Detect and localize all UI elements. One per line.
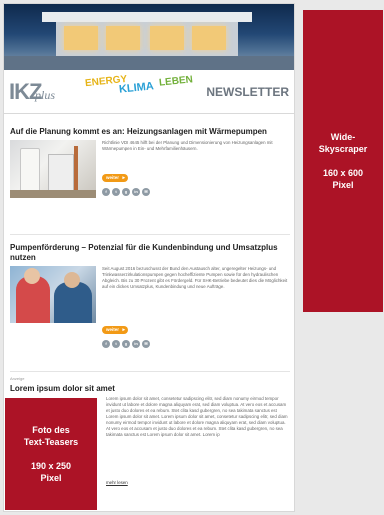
ad-unit: Pixel [40, 473, 62, 483]
ad-label: Text-Teasers [23, 437, 79, 447]
house-illustration [42, 12, 252, 60]
klima-label: KLIMA [118, 80, 155, 96]
article-heatpumps: Auf die Planung kommt es an: Heizungsanl… [10, 127, 290, 227]
article-text: Lorem ipsum dolor sit amet, consetetur s… [106, 396, 288, 437]
brand-bar: IKZ plus ENERGY KLIMA LEBEN NEWSLETTER [4, 70, 294, 114]
divider [10, 371, 290, 372]
newsletter-title: NEWSLETTER [206, 85, 289, 99]
linkedin-icon[interactable]: in [132, 340, 140, 348]
ad-label: Skyscraper [318, 144, 368, 154]
leben-label: LEBEN [158, 74, 194, 89]
ad-size: 160 x 600 [322, 168, 364, 178]
ad-size: 190 x 250 [30, 461, 72, 471]
article-title[interactable]: Lorem ipsum dolor sit amet [10, 384, 290, 394]
social-share: f t g in ✉ [102, 340, 150, 348]
weiter-button[interactable]: weiter [102, 326, 128, 334]
mail-icon[interactable]: ✉ [142, 340, 150, 348]
ad-label: Foto des [32, 425, 70, 435]
social-share: f t g in ✉ [102, 188, 150, 196]
article-photo[interactable] [10, 140, 96, 198]
article-kicker: Anzeige [10, 376, 25, 381]
divider [10, 234, 290, 235]
article-title[interactable]: Auf die Planung kommt es an: Heizungsanl… [10, 127, 290, 137]
twitter-icon[interactable]: t [112, 340, 120, 348]
mehr-lesen-link[interactable]: mehr lesen [106, 480, 128, 485]
facebook-icon[interactable]: f [102, 340, 110, 348]
article-text: Seit August 2016 bezuschusst der Bund de… [102, 266, 288, 289]
ad-unit: Pixel [332, 180, 354, 190]
google-icon[interactable]: g [122, 340, 130, 348]
hero-image [4, 4, 294, 70]
mail-icon[interactable]: ✉ [142, 188, 150, 196]
article-pumpenfoerderung: Pumpenförderung – Potenzial für die Kund… [10, 243, 290, 361]
plus-logo-text: plus [35, 88, 56, 102]
wide-skyscraper-ad[interactable]: Wide- Skyscraper 160 x 600 Pixel [303, 10, 383, 312]
facebook-icon[interactable]: f [102, 188, 110, 196]
linkedin-icon[interactable]: in [132, 188, 140, 196]
google-icon[interactable]: g [122, 188, 130, 196]
twitter-icon[interactable]: t [112, 188, 120, 196]
article-photo[interactable] [10, 266, 96, 323]
article-text: Richtlinie VDI 4645 hilft bei der Planun… [102, 140, 273, 151]
article-title[interactable]: Pumpenförderung – Potenzial für die Kund… [10, 243, 290, 263]
weiter-button[interactable]: weiter [102, 174, 128, 182]
teaser-photo-ad[interactable]: Foto des Text-Teasers 190 x 250 Pixel [5, 398, 97, 510]
ad-label: Wide- [330, 132, 356, 142]
